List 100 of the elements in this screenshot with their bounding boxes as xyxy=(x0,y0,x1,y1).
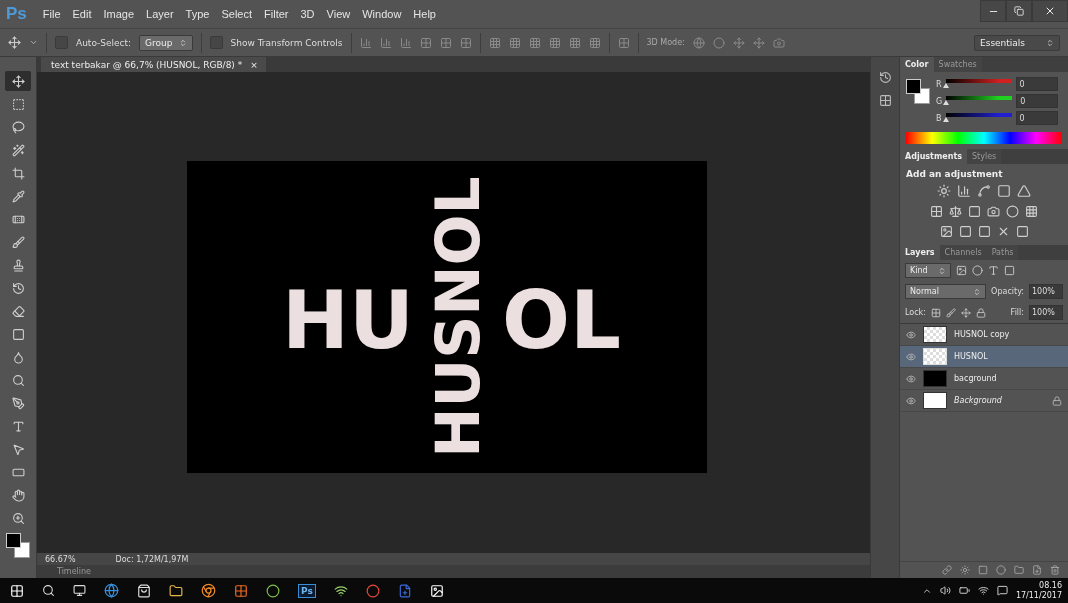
menu-item[interactable]: Select xyxy=(215,8,259,20)
layer-action-icon xyxy=(1032,565,1042,575)
layer-name: Background xyxy=(954,396,1003,405)
timeline-label: Timeline xyxy=(57,567,91,576)
properties-icon xyxy=(878,94,892,107)
color-spectrum[interactable] xyxy=(906,132,1062,144)
panel-tab[interactable]: Layers xyxy=(900,245,940,260)
filter-icon xyxy=(1004,265,1015,276)
align-icon xyxy=(399,36,412,49)
filter-dropdown[interactable]: Kind xyxy=(905,263,951,278)
channel-value[interactable]: 0 xyxy=(1015,111,1058,125)
adjustment-icon xyxy=(987,205,1000,218)
blend-mode-dropdown[interactable]: Normal xyxy=(905,284,987,299)
network-icon xyxy=(977,585,989,596)
3d-mode-label: 3D Mode: xyxy=(646,38,685,47)
channel-label: B xyxy=(936,113,942,123)
filter-icon xyxy=(988,265,999,276)
layer-name: HUSNOL copy xyxy=(954,330,1011,339)
align-icon xyxy=(459,36,472,49)
channel-value[interactable]: 0 xyxy=(1016,94,1059,108)
document-tab[interactable]: text terbakar @ 66,7% (HUSNOL, RGB/8) * × xyxy=(41,57,266,72)
layer-action-icon xyxy=(960,565,970,575)
adjustment-icon xyxy=(977,184,991,198)
align-icon xyxy=(359,36,372,49)
workspace-dropdown[interactable]: Essentials xyxy=(974,34,1060,51)
3d-tool-icon xyxy=(692,36,705,49)
browser-icon xyxy=(201,583,216,598)
menu-item[interactable]: Filter xyxy=(258,8,295,20)
adjustment-icon xyxy=(939,225,953,238)
history-icon xyxy=(878,71,892,84)
auto-select-label: Auto-Select: xyxy=(76,37,132,48)
app-logo: Ps xyxy=(6,4,27,24)
canvas-text: OL xyxy=(501,280,621,361)
menu-item[interactable]: Edit xyxy=(66,8,98,20)
updown-arrows-icon xyxy=(973,287,982,296)
restore-button[interactable] xyxy=(1006,0,1032,22)
panel-tab[interactable]: Paths xyxy=(986,245,1019,260)
menu-item[interactable]: Type xyxy=(179,8,216,20)
adjustment-icon xyxy=(937,184,951,198)
adjustment-icon xyxy=(997,184,1011,198)
panel-tab[interactable]: Adjustments xyxy=(900,149,967,164)
channel-label: R xyxy=(936,79,942,89)
close-icon xyxy=(1044,5,1056,17)
move-tool-icon[interactable] xyxy=(5,71,31,91)
panel-tab[interactable]: Styles xyxy=(967,149,1002,164)
lock-option-icon xyxy=(960,307,971,318)
panel-tab[interactable]: Channels xyxy=(939,245,987,260)
layer-row[interactable]: bacground xyxy=(900,368,1068,390)
adjustment-icon xyxy=(968,205,981,218)
task-view-icon xyxy=(73,584,86,597)
search-icon xyxy=(42,584,55,597)
fill-label: Fill: xyxy=(1010,308,1024,317)
adjustment-icon xyxy=(930,205,943,218)
opacity-field[interactable]: 100% xyxy=(1029,284,1063,299)
move-tool-icon xyxy=(8,36,21,49)
tab-close[interactable]: × xyxy=(250,59,258,70)
doc-size: Doc: 1,72M/1,97M xyxy=(115,554,189,564)
channel-value[interactable]: 0 xyxy=(1015,77,1058,91)
menu-item[interactable]: Window xyxy=(356,8,408,20)
fill-field[interactable]: 100% xyxy=(1029,305,1063,320)
slider-thumb[interactable] xyxy=(943,100,950,105)
target-dropdown[interactable]: Group xyxy=(139,34,193,51)
channel-label: G xyxy=(936,96,943,106)
checkbox[interactable] xyxy=(209,36,223,49)
menu-item[interactable]: View xyxy=(320,8,357,20)
notification-icon xyxy=(996,585,1008,596)
updown-arrows-icon xyxy=(1046,38,1054,47)
menu-item[interactable]: Help xyxy=(407,8,442,20)
color-swatches[interactable] xyxy=(6,533,30,559)
menu-item[interactable]: Image xyxy=(97,8,141,20)
filter-icon xyxy=(972,265,983,276)
layer-row[interactable]: HUSNOL xyxy=(900,346,1068,368)
browser-icon xyxy=(104,583,119,598)
store-icon xyxy=(137,583,151,598)
panel-tab[interactable]: Color xyxy=(900,57,934,72)
filter-icon xyxy=(956,265,967,276)
align-icon xyxy=(379,36,392,49)
folder-icon xyxy=(169,583,183,598)
menu-item[interactable]: 3D xyxy=(294,8,321,20)
distribute-icon xyxy=(488,36,501,49)
menu-item[interactable]: Layer xyxy=(140,8,180,20)
distribute-icon xyxy=(548,36,561,49)
restore-icon xyxy=(1014,6,1024,16)
menu-item[interactable]: File xyxy=(36,8,67,20)
layer-row[interactable]: Background xyxy=(900,390,1068,412)
windows-start-icon xyxy=(10,583,24,598)
3d-tool-icon xyxy=(772,36,785,49)
color-slider[interactable] xyxy=(946,96,1013,106)
panel-tab[interactable]: Swatches xyxy=(933,57,982,72)
clock-time: 08.16 xyxy=(1039,580,1062,591)
caret-icon xyxy=(29,38,38,47)
checkbox[interactable] xyxy=(55,36,68,49)
adjustment-icon xyxy=(958,225,972,238)
slider-thumb[interactable] xyxy=(942,117,949,122)
slider-thumb[interactable] xyxy=(942,83,949,88)
lock-option-icon xyxy=(975,307,986,318)
transform-controls-label: Show Transform Controls xyxy=(230,37,343,48)
photoshop-taskbar-icon[interactable]: Ps xyxy=(298,583,316,598)
volume-icon xyxy=(939,585,951,596)
color-swatches[interactable] xyxy=(906,79,930,105)
